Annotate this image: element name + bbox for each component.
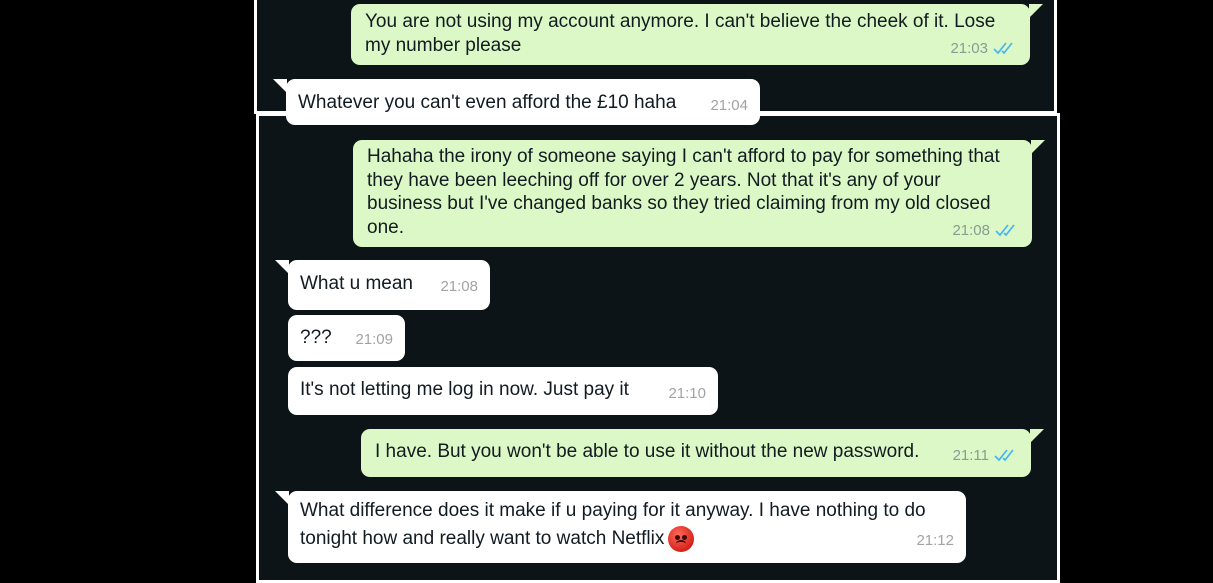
bubble-tail — [1029, 4, 1043, 18]
bubble-tail — [275, 260, 289, 274]
message-text: What difference does it make if u paying… — [300, 500, 926, 549]
double-check-icon — [993, 42, 1013, 55]
bubble-tail — [275, 491, 289, 505]
message-time: 21:11 — [952, 446, 989, 464]
message-text: I have. But you won't be able to use it … — [375, 441, 920, 462]
message-incoming[interactable]: ??? 21:09 — [288, 315, 405, 361]
angry-face-icon — [668, 525, 695, 552]
message-text: Hahaha the irony of someone saying I can… — [367, 146, 1000, 238]
message-incoming[interactable]: What difference does it make if u paying… — [275, 491, 966, 563]
message-meta: 21:03 — [950, 37, 1018, 61]
bubble-tail — [1030, 429, 1044, 443]
message-incoming[interactable]: Whatever you can't even afford the £10 h… — [273, 79, 760, 125]
message-text: It's not letting me log in now. Just pay… — [300, 379, 629, 400]
message-outgoing[interactable]: I have. But you won't be able to use it … — [361, 429, 1044, 477]
message-meta: 21:08 — [952, 219, 1020, 243]
message-meta: 21:11 — [953, 444, 1019, 468]
message-time: 21:09 — [355, 330, 393, 348]
message-incoming[interactable]: It's not letting me log in now. Just pay… — [288, 367, 718, 415]
double-check-icon — [995, 224, 1015, 237]
message-incoming[interactable]: What u mean 21:08 — [275, 260, 490, 310]
message-text: You are not using my account anymore. I … — [365, 11, 996, 56]
double-check-icon — [994, 449, 1014, 462]
bubble-tail — [273, 79, 287, 93]
message-time: 21:03 — [950, 39, 988, 57]
message-text: Whatever you can't even afford the £10 h… — [298, 92, 677, 113]
message-time: 21:08 — [440, 277, 478, 295]
message-outgoing[interactable]: Hahaha the irony of someone saying I can… — [353, 140, 1045, 247]
message-time: 21:12 — [916, 532, 954, 549]
message-outgoing[interactable]: You are not using my account anymore. I … — [351, 4, 1043, 65]
message-time: 21:08 — [952, 221, 990, 239]
message-time: 21:04 — [710, 96, 748, 114]
message-content: What difference does it make if u paying… — [300, 497, 954, 553]
message-time: 21:10 — [668, 384, 706, 402]
bubble-tail — [1031, 140, 1045, 154]
